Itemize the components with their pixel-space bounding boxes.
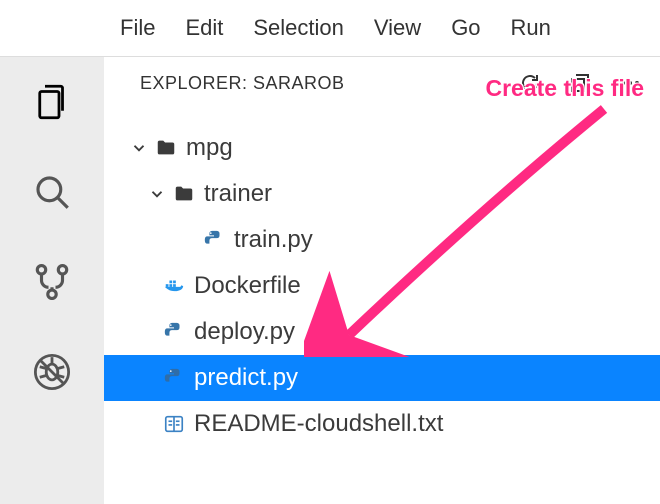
tree-label: deploy.py — [194, 318, 295, 346]
tree-file-train[interactable]: train.py — [104, 217, 660, 263]
menu-selection[interactable]: Selection — [253, 15, 344, 41]
refresh-icon[interactable] — [516, 69, 544, 97]
activity-explorer-icon[interactable] — [29, 79, 75, 125]
tree-label: README-cloudshell.txt — [194, 410, 443, 438]
tree-file-readme[interactable]: README-cloudshell.txt — [104, 401, 660, 447]
tree-label: train.py — [234, 226, 313, 254]
menu-edit[interactable]: Edit — [185, 15, 223, 41]
python-file-icon — [160, 321, 188, 343]
python-file-icon — [160, 367, 188, 389]
tree-file-dockerfile[interactable]: Dockerfile — [104, 263, 660, 309]
file-tree: mpg trainer train.py — [104, 107, 660, 447]
activity-debug-disabled-icon[interactable] — [29, 349, 75, 395]
explorer-sidebar: EXPLORER: SARAROB — [104, 57, 660, 504]
more-actions-icon[interactable] — [616, 69, 644, 97]
chevron-down-icon — [146, 185, 168, 203]
tree-label: trainer — [204, 180, 272, 208]
chevron-down-icon — [128, 139, 150, 157]
tree-label: predict.py — [194, 364, 298, 392]
tree-folder-mpg[interactable]: mpg — [104, 125, 660, 171]
docker-file-icon — [160, 275, 188, 297]
tree-folder-trainer[interactable]: trainer — [104, 171, 660, 217]
tree-file-deploy[interactable]: deploy.py — [104, 309, 660, 355]
activity-source-control-icon[interactable] — [29, 259, 75, 305]
menubar: File Edit Selection View Go Run — [0, 0, 660, 56]
python-file-icon — [200, 229, 228, 251]
explorer-title: EXPLORER: SARAROB — [140, 73, 345, 94]
folder-icon — [152, 137, 180, 159]
activity-bar — [0, 57, 104, 504]
text-file-icon — [160, 413, 188, 435]
collapse-all-icon[interactable] — [566, 69, 594, 97]
folder-icon — [170, 183, 198, 205]
explorer-header: EXPLORER: SARAROB — [104, 69, 660, 107]
menu-go[interactable]: Go — [451, 15, 480, 41]
menu-file[interactable]: File — [120, 15, 155, 41]
tree-label: mpg — [186, 134, 233, 162]
workspace: EXPLORER: SARAROB — [0, 56, 660, 504]
activity-search-icon[interactable] — [29, 169, 75, 215]
tree-file-predict[interactable]: predict.py — [104, 355, 660, 401]
menu-view[interactable]: View — [374, 15, 421, 41]
menu-run[interactable]: Run — [511, 15, 551, 41]
tree-label: Dockerfile — [194, 272, 301, 300]
